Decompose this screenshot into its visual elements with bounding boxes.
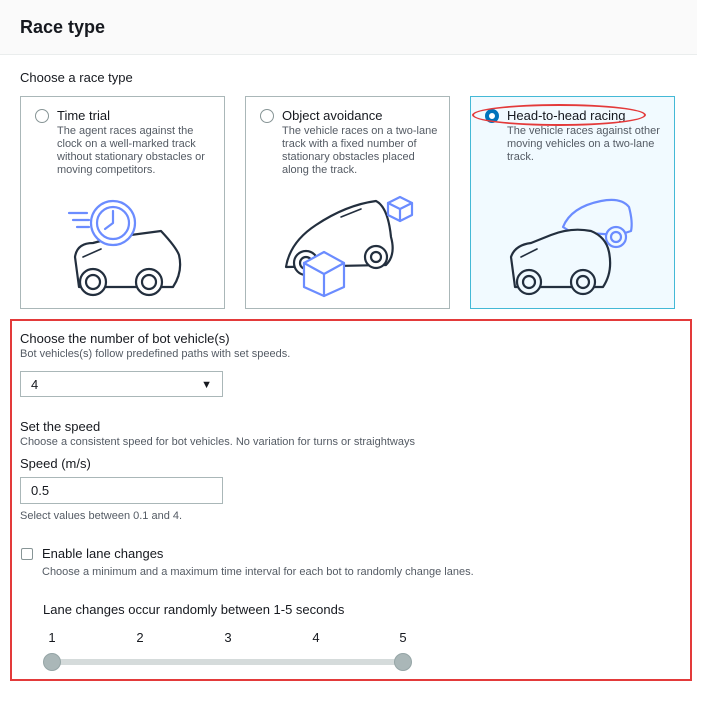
- lane-range-title: Lane changes occur randomly between 1-5 …: [43, 602, 345, 617]
- lane-changes-description: Choose a minimum and a maximum time inte…: [42, 566, 474, 578]
- race-type-label: Choose a race type: [20, 70, 133, 85]
- slider-tick-label: 2: [136, 630, 144, 645]
- bot-count-description: Bot vehicles(s) follow predefined paths …: [20, 348, 291, 360]
- clock-car-icon: [67, 199, 182, 297]
- range-slider-min-handle[interactable]: [43, 653, 61, 671]
- lane-changes-label[interactable]: Enable lane changes: [42, 546, 163, 561]
- speed-description: Choose a consistent speed for bot vehicl…: [20, 436, 415, 448]
- caret-down-icon: ▼: [201, 379, 212, 391]
- race-type-card-head-to-head[interactable]: Head-to-head racing The vehicle races ag…: [470, 96, 675, 309]
- section-header: Race type: [0, 0, 697, 55]
- speed-title: Set the speed: [20, 419, 101, 434]
- slider-tick-label: 5: [399, 630, 407, 645]
- bot-count-value: 4: [31, 377, 39, 392]
- range-slider-track[interactable]: [52, 659, 403, 665]
- race-type-card-time-trial[interactable]: Time trial The agent races against the c…: [20, 96, 225, 309]
- speed-hint: Select values between 0.1 and 4.: [20, 510, 183, 522]
- lane-changes-checkbox[interactable]: [21, 548, 33, 560]
- car-boxes-icon: [284, 195, 414, 298]
- range-slider-max-handle[interactable]: [394, 653, 412, 671]
- section-title: Race type: [20, 17, 106, 37]
- speed-input[interactable]: [20, 477, 223, 504]
- two-cars-icon: [509, 198, 633, 296]
- bot-count-title: Choose the number of bot vehicle(s): [20, 331, 230, 346]
- slider-tick-label: 4: [312, 630, 320, 645]
- speed-field-label: Speed (m/s): [20, 456, 91, 471]
- slider-tick-label: 1: [48, 630, 56, 645]
- race-type-card-object-avoidance[interactable]: Object avoidance The vehicle races on a …: [245, 96, 450, 309]
- bot-count-select[interactable]: 4 ▼: [20, 371, 223, 397]
- slider-tick-label: 3: [224, 630, 232, 645]
